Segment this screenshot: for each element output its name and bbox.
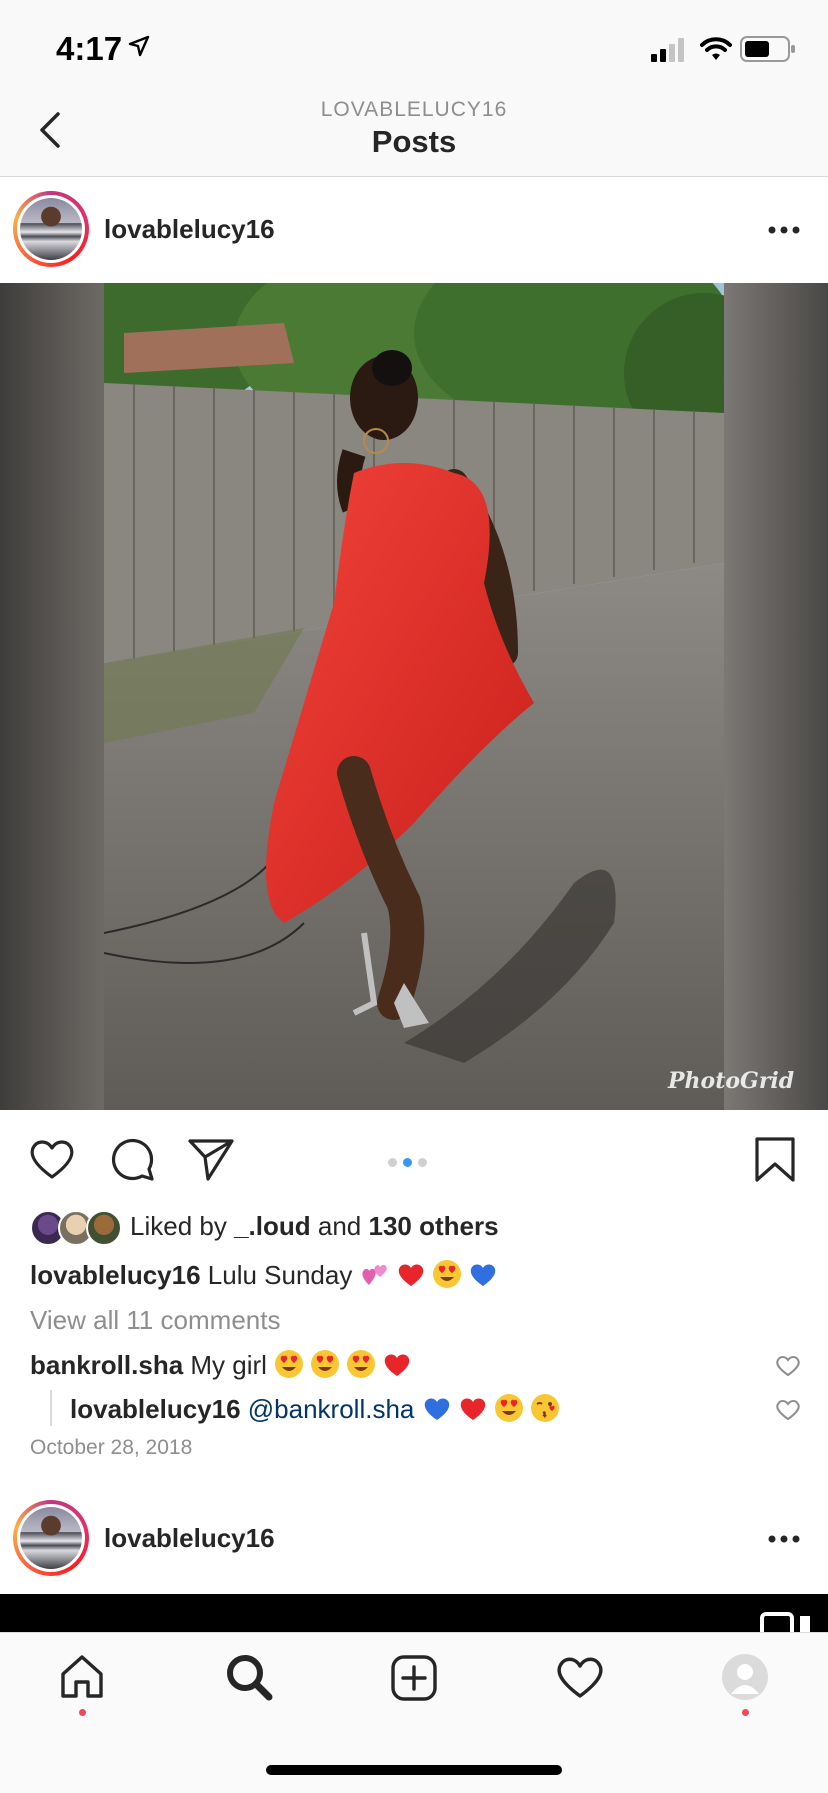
- likes-user[interactable]: _.loud: [234, 1211, 311, 1241]
- search-icon[interactable]: [224, 1652, 274, 1702]
- reply-mention-link[interactable]: @bankroll.sha: [248, 1394, 415, 1424]
- likes-joiner: and: [317, 1211, 362, 1241]
- status-time: 4:17: [56, 30, 123, 67]
- heart-eyes-emoji-icon: [432, 1260, 461, 1288]
- heart-eyes-emoji-icon: [347, 1350, 376, 1378]
- blue-heart-emoji-icon: [470, 1264, 495, 1286]
- red-heart-emoji-icon: [398, 1264, 423, 1286]
- heart-eyes-emoji-icon: [494, 1394, 523, 1422]
- igtv-badge-icon: [760, 1612, 810, 1632]
- reply-like-heart-icon[interactable]: [775, 1398, 801, 1422]
- red-heart-emoji-icon: [460, 1398, 485, 1420]
- reply-thread-line: [50, 1390, 52, 1426]
- blue-heart-emoji-icon: [424, 1398, 449, 1420]
- photo-blur-left: [0, 283, 104, 1110]
- share-icon[interactable]: [186, 1137, 236, 1181]
- comment-reply: lovablelucy16 @bankroll.sha: [70, 1393, 566, 1425]
- red-heart-emoji-icon: [384, 1354, 410, 1376]
- two-hearts-emoji-icon: [361, 1264, 387, 1285]
- like-heart-icon[interactable]: [28, 1137, 76, 1181]
- home-notification-dot: [79, 1709, 86, 1716]
- likes-summary[interactable]: Liked by _.loud and 130 others: [130, 1211, 499, 1242]
- photo-blur-right: [724, 283, 828, 1110]
- comment-like-heart-icon[interactable]: [775, 1354, 801, 1378]
- profile-avatar-icon[interactable]: [722, 1654, 768, 1700]
- next-post-avatar[interactable]: [13, 1500, 89, 1576]
- carousel-dot: [418, 1158, 427, 1167]
- heart-eyes-emoji-icon: [275, 1350, 304, 1378]
- next-post-more-options-icon[interactable]: [768, 1535, 800, 1543]
- cellular-signal-icon: [651, 38, 684, 62]
- heart-eyes-emoji-icon: [311, 1350, 340, 1378]
- view-all-comments-link[interactable]: View all 11 comments: [30, 1305, 280, 1336]
- likes-prefix: Liked by: [130, 1211, 227, 1241]
- home-indicator[interactable]: [266, 1765, 562, 1775]
- comment: bankroll.sha My girl: [30, 1349, 418, 1381]
- likes-count[interactable]: 130 others: [369, 1211, 499, 1241]
- comment-username[interactable]: bankroll.sha: [30, 1350, 183, 1380]
- carousel-dot: [388, 1158, 397, 1167]
- post-date: October 28, 2018: [30, 1436, 193, 1459]
- caption-username[interactable]: lovablelucy16: [30, 1260, 201, 1290]
- post-photo[interactable]: [104, 283, 724, 1110]
- new-post-icon[interactable]: [390, 1654, 438, 1702]
- liker-avatar[interactable]: [86, 1210, 122, 1246]
- kissing-face-emoji-icon: [530, 1394, 559, 1422]
- post-avatar[interactable]: [13, 191, 89, 267]
- activity-heart-icon[interactable]: [555, 1654, 605, 1700]
- profile-notification-dot: [742, 1709, 749, 1716]
- caption: lovablelucy16 Lulu Sunday: [30, 1259, 504, 1291]
- home-icon[interactable]: [58, 1652, 106, 1700]
- wifi-icon: [700, 37, 732, 60]
- next-post-username[interactable]: lovablelucy16: [104, 1523, 275, 1554]
- next-post-photo[interactable]: [0, 1594, 828, 1632]
- carousel-indicator: [388, 1154, 433, 1172]
- page-title: Posts: [371, 124, 457, 159]
- more-options-icon[interactable]: [768, 226, 800, 234]
- profile-silhouette-icon: [731, 1664, 759, 1694]
- photogrid-watermark: PhotoGrid: [668, 1068, 795, 1094]
- location-arrow-icon: [128, 35, 150, 57]
- battery-icon: [740, 36, 795, 62]
- carousel-dot-active: [403, 1158, 412, 1167]
- header-username: LOVABLELUCY16: [320, 98, 508, 121]
- bookmark-icon[interactable]: [754, 1136, 796, 1184]
- comment-text: My girl: [190, 1350, 267, 1380]
- reply-username[interactable]: lovablelucy16: [70, 1394, 241, 1424]
- post-username[interactable]: lovablelucy16: [104, 214, 275, 245]
- comment-icon[interactable]: [108, 1136, 156, 1182]
- caption-text: Lulu Sunday: [207, 1260, 353, 1290]
